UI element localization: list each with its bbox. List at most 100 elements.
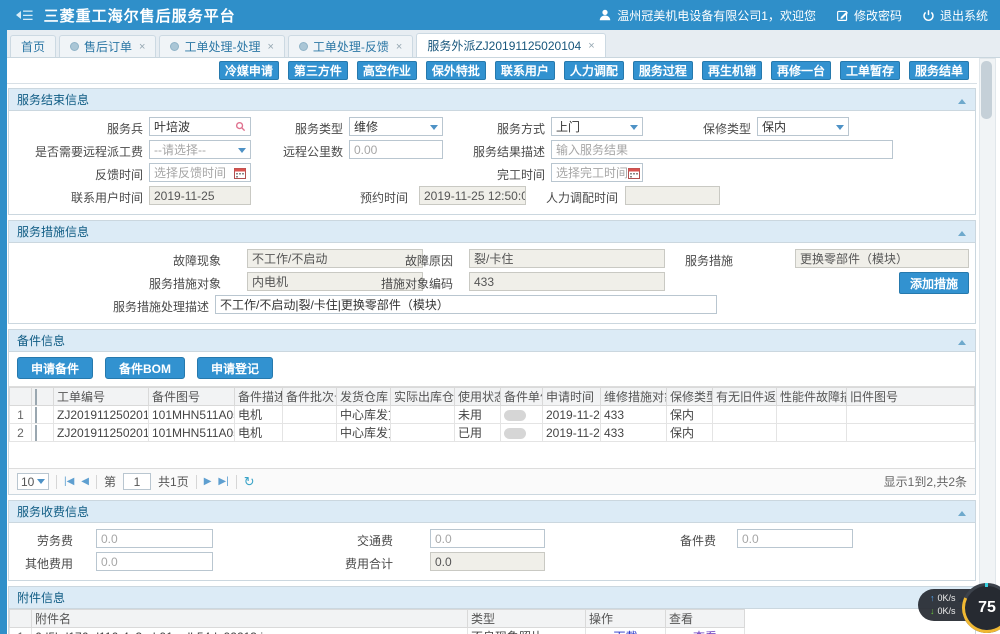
refresh-icon[interactable]: ↻ xyxy=(244,474,255,490)
parts-row[interactable]: 1 ZJ20191125020104 101MHN511A058 电机 中心库发… xyxy=(9,405,975,424)
chevron-down-icon[interactable] xyxy=(630,124,638,134)
hr-allocate-button[interactable]: 人力调配 xyxy=(563,61,624,80)
panel-header-parts[interactable]: 备件信息 xyxy=(9,330,975,352)
panel-header-fees[interactable]: 服务收费信息 xyxy=(9,501,975,523)
remote-km-input[interactable]: 0.00 xyxy=(349,140,443,159)
parts-fee-input[interactable]: 0.0 xyxy=(737,529,853,548)
chevron-down-icon[interactable] xyxy=(238,147,246,157)
calendar-icon[interactable] xyxy=(234,167,246,179)
tab-aftersale-order[interactable]: 售后订单 × xyxy=(59,35,157,57)
service-mode-select[interactable]: 上门 xyxy=(551,117,643,136)
collapse-up-icon[interactable] xyxy=(958,227,966,236)
service-process-button[interactable]: 服务过程 xyxy=(632,61,693,80)
service-measure-readonly: 更换零部件（模块） xyxy=(795,249,969,268)
calendar-icon[interactable] xyxy=(628,167,641,179)
tab-close-icon[interactable]: × xyxy=(588,40,594,52)
refrigerant-apply-button[interactable]: 冷媒申请 xyxy=(218,61,279,80)
redacted-price xyxy=(504,427,526,439)
labor-fee-input[interactable]: 0.0 xyxy=(96,529,213,548)
contact-time-readonly: 2019-11-25 xyxy=(149,186,251,205)
tab-bar: 首页 售后订单 × 工单处理-处理 × 工单处理-反馈 × 服务外派ZJ2019… xyxy=(0,30,1000,58)
collapse-up-icon[interactable] xyxy=(958,336,966,345)
prev-page-button[interactable]: ◀ xyxy=(81,476,89,487)
field-label: 远程公里数 xyxy=(282,145,343,159)
page-size-select[interactable]: 10 xyxy=(17,473,49,490)
change-password-button[interactable]: 修改密码 xyxy=(836,7,902,24)
tab-workorder-handle[interactable]: 工单处理-处理 × xyxy=(159,35,285,57)
parts-row[interactable]: 2 ZJ20191125020104 101MHN511A058 电机 中心库发… xyxy=(9,423,975,442)
panel-header-service-end[interactable]: 服务结束信息 xyxy=(9,89,975,111)
field-label: 完工时间 xyxy=(496,168,545,182)
object-code-readonly: 433 xyxy=(469,272,665,291)
field-label: 费用合计 xyxy=(344,557,393,571)
row-checkbox[interactable] xyxy=(35,424,37,441)
scrollbar-thumb[interactable] xyxy=(981,61,992,119)
page-number-input[interactable]: 1 xyxy=(123,473,152,490)
next-page-button[interactable]: ▶ xyxy=(204,476,212,487)
save-draft-button[interactable]: 工单暂存 xyxy=(839,61,900,80)
apply-part-button[interactable]: 申请备件 xyxy=(17,357,94,379)
panel-header-measures[interactable]: 服务措施信息 xyxy=(9,221,975,243)
service-type-select[interactable]: 维修 xyxy=(349,117,443,136)
parts-pagination: 10 |◀ ◀ 第 1 共1页 ▶ ▶| ↻ 显示1到2,共2条 xyxy=(9,468,975,494)
tab-service-dispatch[interactable]: 服务外派ZJ20191125020104 × xyxy=(416,33,606,57)
feedback-time-input[interactable]: 选择反馈时间 xyxy=(149,163,251,182)
header-right: 温州冠美机电设备有限公司1，欢迎您 修改密码 退出系统 xyxy=(598,7,988,24)
field-label: 人力调配时间 xyxy=(545,191,618,205)
view-link[interactable]: 查看 xyxy=(669,629,741,634)
field-label: 服务兵 xyxy=(106,122,143,136)
finish-time-input[interactable]: 选择完工时间 xyxy=(551,163,643,182)
apply-register-button[interactable]: 申请登记 xyxy=(197,357,274,379)
panel-attachments: 附件信息 附件名 类型 操作 查看 1 6d5 xyxy=(8,586,976,634)
vertical-scrollbar[interactable] xyxy=(979,58,996,632)
tab-workorder-feedback[interactable]: 工单处理-反馈 × xyxy=(287,35,414,57)
parts-buttons: 申请备件 备件BOM 申请登记 xyxy=(9,352,975,386)
chevron-down-icon xyxy=(37,479,45,488)
upload-arrow-icon: ↑ xyxy=(930,593,935,603)
warranty-type-select[interactable]: 保内 xyxy=(757,117,849,136)
chevron-down-icon[interactable] xyxy=(430,124,438,134)
collapse-up-icon[interactable] xyxy=(958,507,966,516)
field-label: 预约时间 xyxy=(359,191,408,205)
collapse-up-icon[interactable] xyxy=(958,95,966,104)
out-warranty-button[interactable]: 保外特批 xyxy=(425,61,486,80)
repair-again-button[interactable]: 再修一台 xyxy=(770,61,831,80)
finish-order-button[interactable]: 服务结单 xyxy=(908,61,969,80)
last-page-button[interactable]: ▶| xyxy=(218,476,228,487)
recycle-button[interactable]: 再生机销 xyxy=(701,61,762,80)
part-bom-button[interactable]: 备件BOM xyxy=(105,357,186,379)
service-result-input[interactable]: 输入服务结果 xyxy=(551,140,893,159)
tab-home[interactable]: 首页 xyxy=(10,35,57,57)
select-all-checkbox[interactable] xyxy=(35,388,37,405)
contact-user-button[interactable]: 联系用户 xyxy=(494,61,555,80)
other-fee-input[interactable]: 0.0 xyxy=(96,552,213,571)
tab-dot-icon xyxy=(170,42,180,51)
attachment-row[interactable]: 1 6d5bd176-d116-4e3e-b91a-db54de92213.jp… xyxy=(9,627,745,634)
row-checkbox[interactable] xyxy=(35,406,37,423)
service-staff-input[interactable]: 叶培波 xyxy=(149,117,251,136)
panel-header-attachments[interactable]: 附件信息 xyxy=(9,587,975,609)
performance-gauge[interactable]: 75 xyxy=(962,583,1000,633)
search-icon[interactable] xyxy=(235,121,246,132)
high-altitude-button[interactable]: 高空作业 xyxy=(356,61,417,80)
download-link[interactable]: 下载 xyxy=(589,629,662,634)
transport-fee-input[interactable]: 0.0 xyxy=(430,529,545,548)
sidebar-collapse-icon[interactable]: ☰ xyxy=(12,9,34,22)
logout-button[interactable]: 退出系统 xyxy=(922,7,988,24)
field-label: 服务措施处理描述 xyxy=(112,300,209,314)
remote-fee-select[interactable]: --请选择-- xyxy=(149,140,251,159)
add-measure-button[interactable]: 添加措施 xyxy=(899,272,969,294)
measure-desc-input[interactable]: 不工作/不启动|裂/卡住|更换零部件（模块） xyxy=(215,295,717,314)
first-page-button[interactable]: |◀ xyxy=(64,476,74,487)
chevron-down-icon[interactable] xyxy=(836,124,844,134)
tab-close-icon[interactable]: × xyxy=(396,41,402,53)
tab-dot-icon xyxy=(298,42,308,51)
page-title: 三菱重工海尔售后服务平台 xyxy=(43,7,236,25)
field-label: 服务结果描述 xyxy=(472,145,545,159)
field-label: 反馈时间 xyxy=(94,168,143,182)
field-label: 交通费 xyxy=(356,534,393,548)
parts-header-row: 工单编号 备件图号 备件描述 备件批次号 发货仓库 实际出库仓库 使用状态 备件… xyxy=(9,387,975,406)
tab-close-icon[interactable]: × xyxy=(267,41,273,53)
third-party-button[interactable]: 第三方件 xyxy=(287,61,348,80)
tab-close-icon[interactable]: × xyxy=(139,41,145,53)
